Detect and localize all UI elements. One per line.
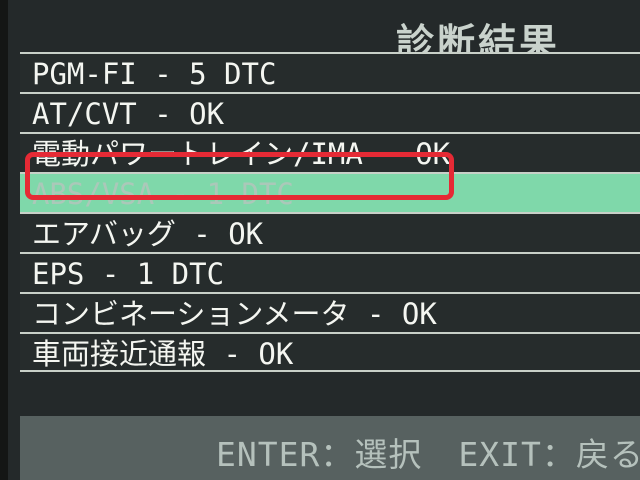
result-row-approach-alert[interactable]: 車両接近通報 - OK xyxy=(20,332,640,372)
footer-bar: ENTER：選択 EXIT：戻る xyxy=(20,416,640,480)
result-row-combination-meter[interactable]: コンビネーションメータ - OK xyxy=(20,292,640,332)
result-label: PGM-FI - 5 DTC xyxy=(32,57,277,91)
result-row-pgm-fi[interactable]: PGM-FI - 5 DTC xyxy=(20,52,640,92)
result-label: AT/CVT - OK xyxy=(32,97,225,131)
result-label: エアバッグ - OK xyxy=(32,217,264,251)
footer-hints: ENTER：選択 EXIT：戻る xyxy=(216,428,640,476)
result-label: コンビネーションメータ - OK xyxy=(32,297,437,331)
result-label: EPS - 1 DTC xyxy=(32,257,225,291)
red-annotation-box xyxy=(25,152,454,200)
result-label: 車両接近通報 - OK xyxy=(32,337,294,371)
diagnostic-results-list: PGM-FI - 5 DTC AT/CVT - OK 電動パワートレイン/IMA… xyxy=(20,52,640,372)
enter-select-hint: ENTER：選択 xyxy=(216,435,423,474)
result-row-eps[interactable]: EPS - 1 DTC xyxy=(20,252,640,292)
result-row-airbag[interactable]: エアバッグ - OK xyxy=(20,212,640,252)
result-row-at-cvt[interactable]: AT/CVT - OK xyxy=(20,92,640,132)
diagnostic-screen: 診断結果 PGM-FI - 5 DTC AT/CVT - OK 電動パワートレイ… xyxy=(8,0,640,480)
exit-back-hint: EXIT：戻る xyxy=(458,435,640,474)
